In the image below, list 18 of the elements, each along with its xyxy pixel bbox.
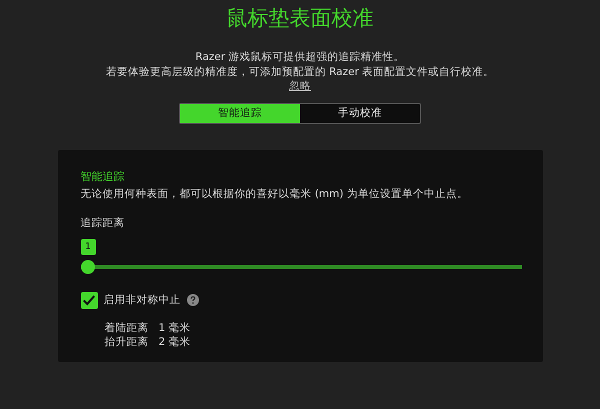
mode-tab[interactable]: 智能追踪 <box>180 104 300 122</box>
distance-value: 2 毫米 <box>158 334 191 348</box>
help-icon[interactable] <box>186 294 198 306</box>
panel-heading: 智能追踪 <box>80 170 126 184</box>
page-title: 鼠标垫表面校准 <box>226 5 374 31</box>
skip-link[interactable]: 忽略 <box>289 79 311 94</box>
slider-value: 1 <box>80 238 96 254</box>
distance-label: 抬升距离 <box>104 334 148 348</box>
mode-tab[interactable]: 手动校准 <box>300 104 420 122</box>
slider-thumb[interactable] <box>80 260 94 274</box>
intro-text: 若要体验更高层级的精准度，可添加预配置的 Razer 表面配置文件或自行校准。 <box>106 64 494 79</box>
intro-text: Razer 游戏鼠标可提供超强的追踪精准性。 <box>195 50 405 64</box>
distance-label: 着陆距离 <box>104 320 148 334</box>
checkbox[interactable] <box>80 292 98 308</box>
checkbox-label: 启用非对称中止 <box>104 293 180 307</box>
slider-label: 追踪距离 <box>80 216 126 230</box>
distance-value: 1 毫米 <box>158 320 191 334</box>
panel-description: 无论使用何种表面，都可以根据你的喜好以毫米 (mm) 为单位设置单个中止点。 <box>80 186 469 200</box>
